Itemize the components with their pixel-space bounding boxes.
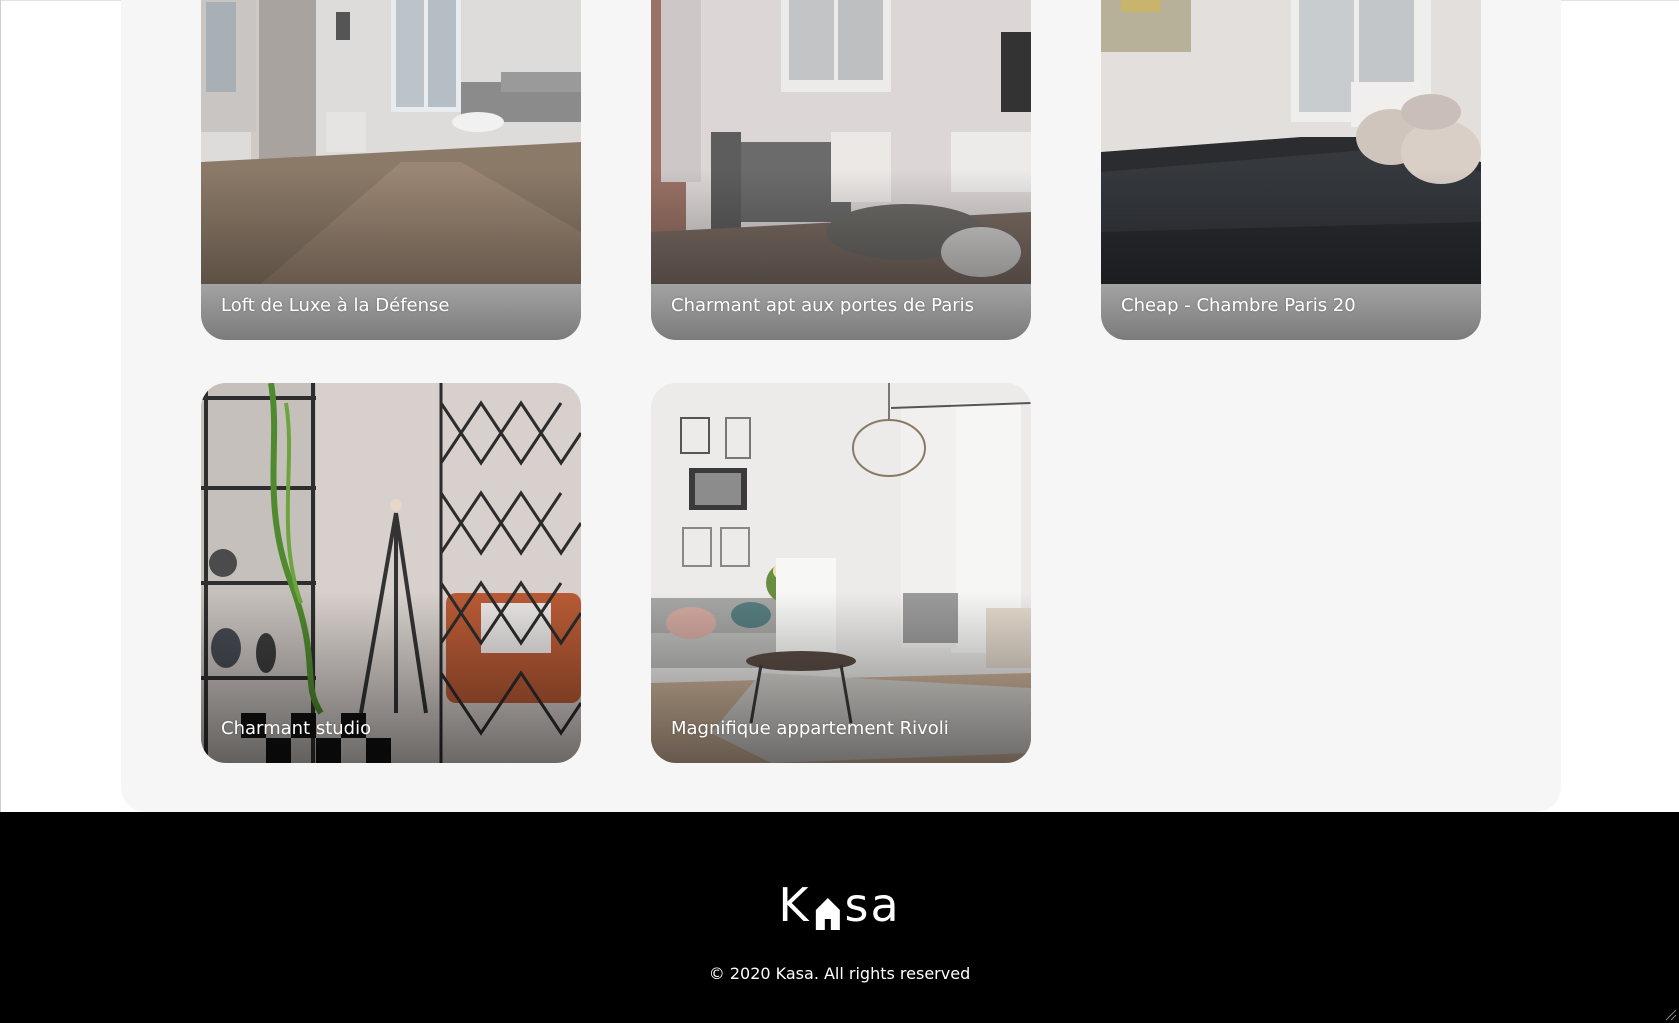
listing-overlay — [651, 383, 1031, 763]
listing-overlay — [1101, 0, 1481, 340]
copyright-text: © 2020 Kasa. All rights reserved — [708, 964, 971, 983]
listing-title: Cheap - Chambre Paris 20 — [1121, 295, 1356, 316]
listing-overlay — [651, 0, 1031, 340]
resize-grip-icon[interactable] — [1665, 1009, 1677, 1021]
listing-card[interactable]: Charmant studio — [201, 383, 581, 763]
listing-title: Charmant studio — [221, 718, 372, 739]
listing-title: Magnifique appartement Rivoli — [671, 718, 949, 739]
site-footer: K sa © 2020 Kasa. All rights reserved — [0, 812, 1679, 1023]
listing-card[interactable]: Magnifique appartement Rivoli — [651, 383, 1031, 763]
listing-card[interactable]: Cheap - Chambre Paris 20 — [1101, 0, 1481, 340]
listing-overlay — [201, 0, 581, 340]
footer-logo[interactable]: K sa — [778, 878, 900, 932]
listing-card[interactable]: Loft de Luxe à la Défense — [201, 0, 581, 340]
listing-title: Charmant apt aux portes de Paris — [671, 295, 975, 316]
listing-card[interactable]: Charmant apt aux portes de Paris — [651, 0, 1031, 340]
logo-text-end: sa — [844, 878, 901, 932]
listing-overlay — [201, 383, 581, 763]
logo-text-start: K — [778, 878, 811, 932]
listings-gallery: Loft de Luxe à la Défense Charmant apt a… — [121, 0, 1561, 812]
listing-title: Loft de Luxe à la Défense — [221, 295, 450, 316]
house-icon — [815, 898, 840, 930]
page-viewport: Loft de Luxe à la Défense Charmant apt a… — [0, 0, 1679, 1023]
